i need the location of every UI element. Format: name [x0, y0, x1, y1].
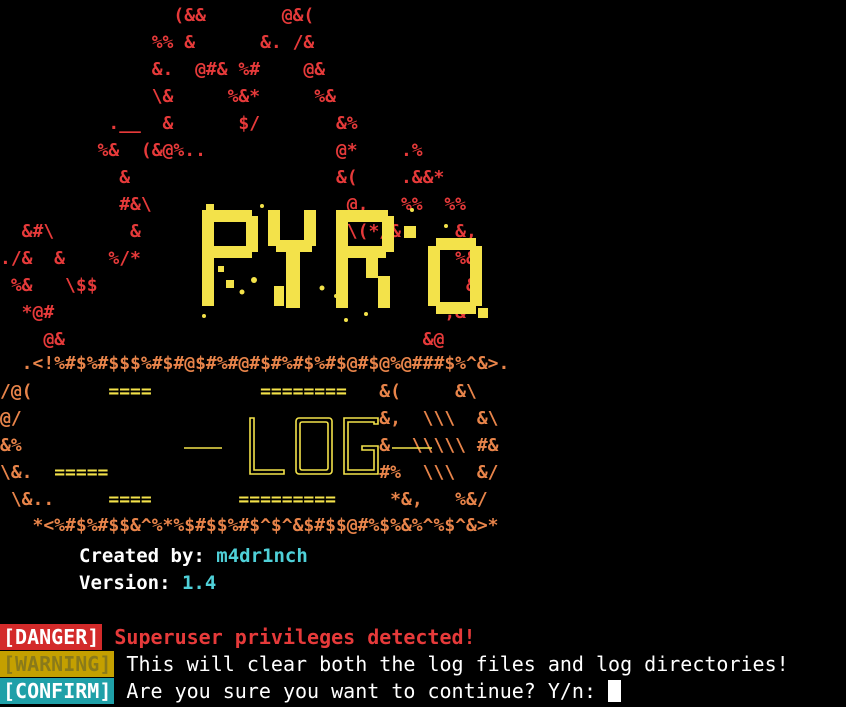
frame-bars: ==== ========	[32, 381, 380, 402]
confirm-tag: [CONFIRM]	[0, 678, 115, 704]
frame-left: \&..	[0, 489, 55, 510]
warning-line: [WARNING] This will clear both the log f…	[0, 651, 789, 677]
frame-left: @/	[0, 408, 33, 429]
frame-left: \&.	[0, 462, 33, 483]
flame-line: & &( .&&*	[0, 167, 445, 188]
log-title	[184, 417, 432, 475]
version-value: 1.4	[181, 572, 217, 594]
danger-text: Superuser privileges detected!	[102, 625, 476, 649]
danger-line: [DANGER] Superuser privileges detected!	[0, 624, 476, 650]
flame-line: &. @#& %# @&	[0, 59, 326, 80]
frame-border-top: .<!%#$%#$$$%#$#@$#%#@#$#%#$%#$@#$@%@###$…	[0, 353, 510, 374]
created-by-label: Created by:	[79, 545, 217, 567]
frame-right: *&, %&/	[390, 489, 488, 510]
flame-line: (&& @&(	[0, 5, 315, 26]
flame-line: @& &@	[0, 329, 445, 350]
terminal-window[interactable]: (&& @&( %% & &. /& &. @#& %# @& \& %&* %…	[0, 0, 846, 707]
confirm-line[interactable]: [CONFIRM] Are you sure you want to conti…	[0, 678, 622, 704]
warning-tag: [WARNING]	[0, 651, 115, 677]
danger-tag: [DANGER]	[0, 624, 103, 650]
version-label: Version:	[79, 572, 182, 594]
frame-line: /@( ==== ======== &( &\	[0, 380, 477, 404]
flame-line: %% & &. /&	[0, 32, 315, 53]
warning-text: This will clear both the log files and l…	[114, 652, 789, 676]
frame-line: \&.. ==== ========= *&, %&/	[0, 488, 488, 512]
flame-line: .__ & $/ &%	[0, 113, 358, 134]
frame-left: &%	[0, 435, 33, 456]
frame-right: &( &\	[379, 381, 477, 402]
frame-bars: ==== =========	[54, 489, 391, 510]
version-line: Version: 1.4	[79, 571, 216, 595]
created-by-line: Created by: m4dr1nch	[79, 544, 308, 568]
frame-border-bottom: *<%#$%#$$&^%*%$#$$%#$^$^&$#$$@#%$%&%^%$^…	[0, 515, 499, 536]
frame-left: /@(	[0, 381, 33, 402]
terminal-cursor[interactable]	[608, 680, 622, 702]
flame-line: \& %&* %&	[0, 86, 336, 107]
confirm-prompt: Are you sure you want to continue? Y/n:	[114, 679, 609, 703]
created-by-value: m4dr1nch	[216, 545, 308, 567]
flame-line: %& (&@%.. @* .%	[0, 140, 423, 161]
pyro-logo	[202, 204, 488, 322]
